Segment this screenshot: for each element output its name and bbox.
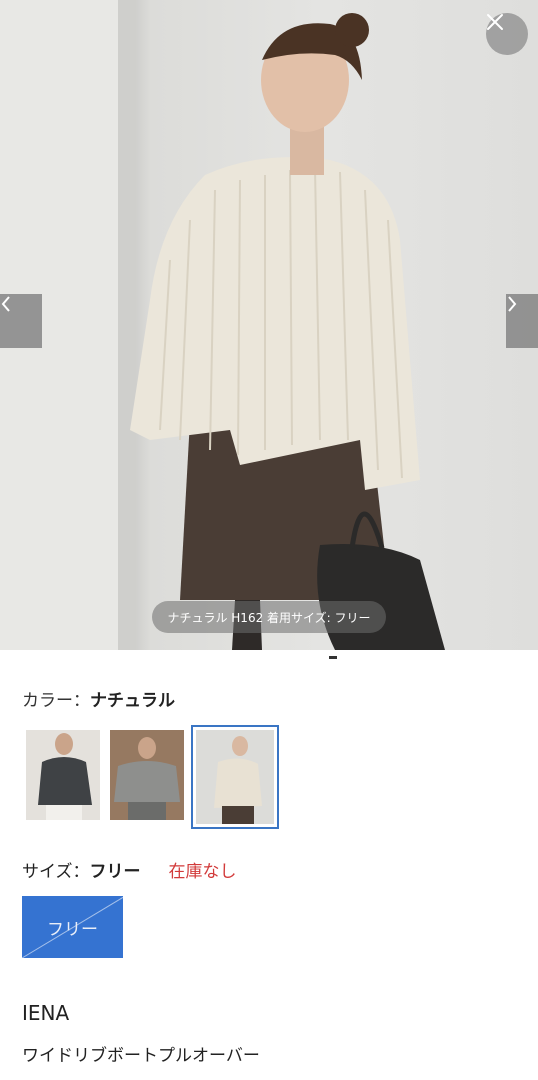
close-icon — [487, 14, 503, 30]
swatch-image — [26, 730, 100, 820]
selected-size-value: フリー — [89, 862, 141, 882]
color-swatch-natural-selected[interactable] — [191, 725, 279, 829]
next-image-button[interactable] — [506, 294, 538, 348]
brand-name: IENA — [22, 1001, 70, 1025]
chevron-left-icon — [1, 296, 10, 312]
gallery-position-indicator — [329, 656, 337, 659]
size-option-label: フリー — [47, 919, 98, 940]
image-caption: ナチュラル H162 着用サイズ: フリー — [152, 601, 386, 633]
product-name: ワイドリブボートプルオーバー — [22, 1046, 260, 1066]
color-swatch-charcoal[interactable] — [26, 730, 100, 820]
color-selection-label: カラー： ナチュラル — [22, 686, 175, 711]
product-image-gallery[interactable]: ナチュラル H162 着用サイズ: フリー — [0, 0, 538, 650]
chevron-right-icon — [508, 296, 517, 312]
color-label: カラー： — [22, 691, 90, 711]
selected-color-value: ナチュラル — [90, 691, 175, 711]
stock-status: 在庫なし — [168, 862, 237, 882]
size-option-free[interactable]: フリー — [22, 896, 123, 958]
swatch-image — [110, 730, 184, 820]
product-photo — [0, 0, 445, 650]
color-swatch-gray[interactable] — [110, 730, 184, 820]
previous-image-button[interactable] — [0, 294, 42, 348]
swatch-image — [196, 730, 274, 824]
size-selection-label: サイズ： フリー 在庫なし — [22, 857, 237, 882]
close-button[interactable] — [486, 13, 528, 55]
size-label: サイズ： — [22, 862, 90, 882]
